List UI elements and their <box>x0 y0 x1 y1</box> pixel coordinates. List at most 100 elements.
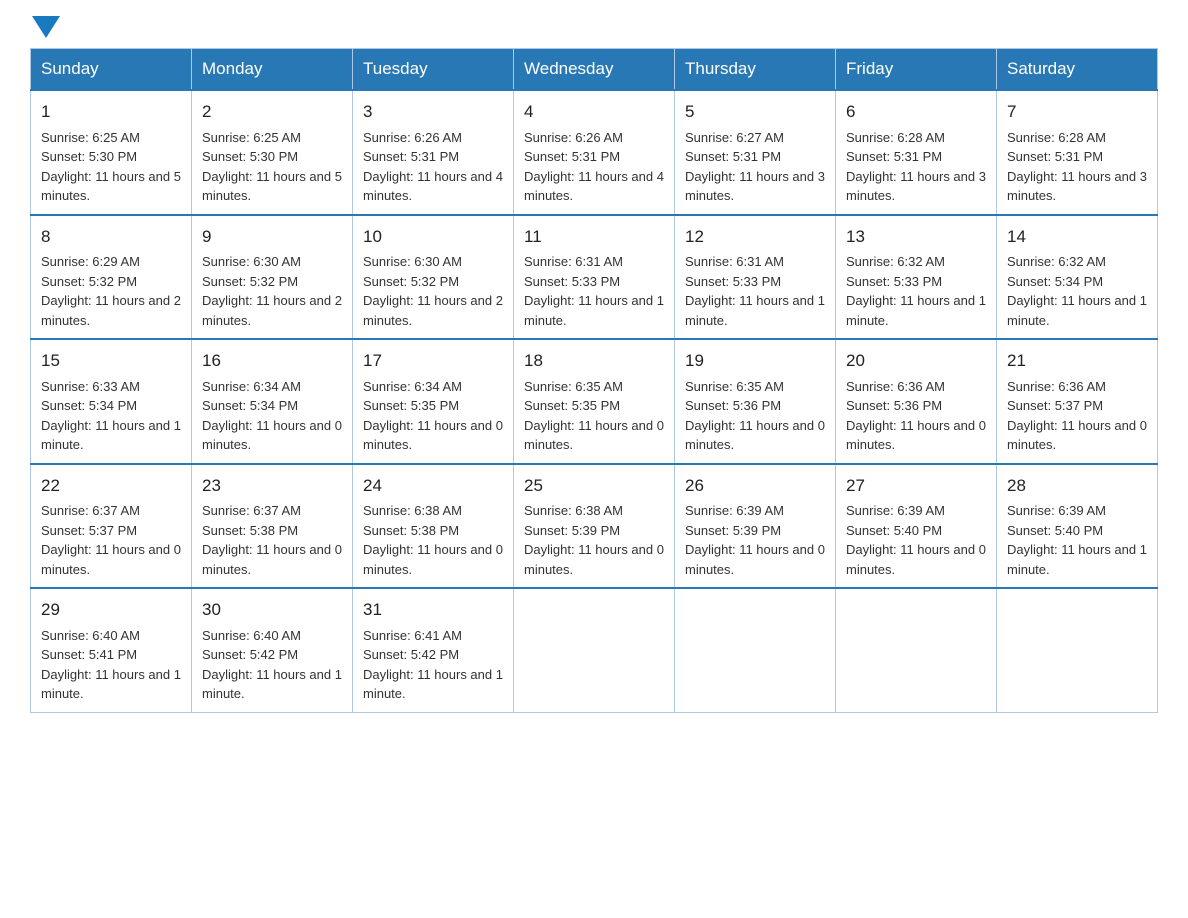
daylight-label: Daylight: 11 hours and 1 minute. <box>1007 542 1147 577</box>
sunrise-label: Sunrise: 6:33 AM <box>41 379 140 394</box>
day-number: 17 <box>363 348 503 374</box>
day-number: 14 <box>1007 224 1147 250</box>
sunrise-label: Sunrise: 6:26 AM <box>363 130 462 145</box>
sunset-label: Sunset: 5:37 PM <box>1007 398 1103 413</box>
sunrise-label: Sunrise: 6:31 AM <box>685 254 784 269</box>
day-number: 28 <box>1007 473 1147 499</box>
header-sunday: Sunday <box>31 49 192 91</box>
day-number: 1 <box>41 99 181 125</box>
calendar-cell: 28Sunrise: 6:39 AMSunset: 5:40 PMDayligh… <box>997 464 1158 589</box>
daylight-label: Daylight: 11 hours and 3 minutes. <box>1007 169 1147 204</box>
day-number: 6 <box>846 99 986 125</box>
calendar-cell: 29Sunrise: 6:40 AMSunset: 5:41 PMDayligh… <box>31 588 192 712</box>
day-number: 25 <box>524 473 664 499</box>
sunrise-label: Sunrise: 6:39 AM <box>1007 503 1106 518</box>
daylight-label: Daylight: 11 hours and 1 minute. <box>41 667 181 702</box>
daylight-label: Daylight: 11 hours and 4 minutes. <box>363 169 503 204</box>
sunset-label: Sunset: 5:38 PM <box>202 523 298 538</box>
sunrise-label: Sunrise: 6:30 AM <box>363 254 462 269</box>
sunrise-label: Sunrise: 6:28 AM <box>846 130 945 145</box>
calendar-cell: 17Sunrise: 6:34 AMSunset: 5:35 PMDayligh… <box>353 339 514 464</box>
sunrise-label: Sunrise: 6:31 AM <box>524 254 623 269</box>
day-number: 10 <box>363 224 503 250</box>
sunset-label: Sunset: 5:31 PM <box>846 149 942 164</box>
calendar-cell: 4Sunrise: 6:26 AMSunset: 5:31 PMDaylight… <box>514 90 675 215</box>
sunrise-label: Sunrise: 6:37 AM <box>202 503 301 518</box>
page-header <box>30 20 1158 38</box>
calendar-cell: 24Sunrise: 6:38 AMSunset: 5:38 PMDayligh… <box>353 464 514 589</box>
daylight-label: Daylight: 11 hours and 0 minutes. <box>363 418 503 453</box>
sunrise-label: Sunrise: 6:30 AM <box>202 254 301 269</box>
sunrise-label: Sunrise: 6:39 AM <box>685 503 784 518</box>
header-friday: Friday <box>836 49 997 91</box>
day-number: 11 <box>524 224 664 250</box>
sunset-label: Sunset: 5:42 PM <box>363 647 459 662</box>
sunset-label: Sunset: 5:36 PM <box>685 398 781 413</box>
header-thursday: Thursday <box>675 49 836 91</box>
daylight-label: Daylight: 11 hours and 1 minute. <box>363 667 503 702</box>
calendar-cell: 12Sunrise: 6:31 AMSunset: 5:33 PMDayligh… <box>675 215 836 340</box>
calendar-cell: 8Sunrise: 6:29 AMSunset: 5:32 PMDaylight… <box>31 215 192 340</box>
week-row-4: 22Sunrise: 6:37 AMSunset: 5:37 PMDayligh… <box>31 464 1158 589</box>
calendar-cell: 2Sunrise: 6:25 AMSunset: 5:30 PMDaylight… <box>192 90 353 215</box>
daylight-label: Daylight: 11 hours and 0 minutes. <box>202 542 342 577</box>
sunset-label: Sunset: 5:31 PM <box>685 149 781 164</box>
day-number: 21 <box>1007 348 1147 374</box>
daylight-label: Daylight: 11 hours and 1 minute. <box>846 293 986 328</box>
day-number: 29 <box>41 597 181 623</box>
sunset-label: Sunset: 5:33 PM <box>524 274 620 289</box>
sunrise-label: Sunrise: 6:35 AM <box>524 379 623 394</box>
calendar-cell: 7Sunrise: 6:28 AMSunset: 5:31 PMDaylight… <box>997 90 1158 215</box>
day-number: 5 <box>685 99 825 125</box>
sunrise-label: Sunrise: 6:37 AM <box>41 503 140 518</box>
calendar-cell: 19Sunrise: 6:35 AMSunset: 5:36 PMDayligh… <box>675 339 836 464</box>
sunrise-label: Sunrise: 6:25 AM <box>41 130 140 145</box>
daylight-label: Daylight: 11 hours and 0 minutes. <box>846 418 986 453</box>
calendar-cell: 11Sunrise: 6:31 AMSunset: 5:33 PMDayligh… <box>514 215 675 340</box>
calendar-cell: 5Sunrise: 6:27 AMSunset: 5:31 PMDaylight… <box>675 90 836 215</box>
day-number: 13 <box>846 224 986 250</box>
sunrise-label: Sunrise: 6:26 AM <box>524 130 623 145</box>
sunset-label: Sunset: 5:35 PM <box>524 398 620 413</box>
sunset-label: Sunset: 5:33 PM <box>846 274 942 289</box>
logo <box>30 20 60 38</box>
daylight-label: Daylight: 11 hours and 0 minutes. <box>685 542 825 577</box>
daylight-label: Daylight: 11 hours and 1 minute. <box>1007 293 1147 328</box>
calendar-cell: 23Sunrise: 6:37 AMSunset: 5:38 PMDayligh… <box>192 464 353 589</box>
daylight-label: Daylight: 11 hours and 1 minute. <box>685 293 825 328</box>
week-row-2: 8Sunrise: 6:29 AMSunset: 5:32 PMDaylight… <box>31 215 1158 340</box>
sunset-label: Sunset: 5:31 PM <box>524 149 620 164</box>
sunset-label: Sunset: 5:42 PM <box>202 647 298 662</box>
sunrise-label: Sunrise: 6:36 AM <box>846 379 945 394</box>
day-number: 24 <box>363 473 503 499</box>
sunset-label: Sunset: 5:39 PM <box>524 523 620 538</box>
sunset-label: Sunset: 5:32 PM <box>202 274 298 289</box>
calendar-cell: 18Sunrise: 6:35 AMSunset: 5:35 PMDayligh… <box>514 339 675 464</box>
sunrise-label: Sunrise: 6:28 AM <box>1007 130 1106 145</box>
calendar-cell: 10Sunrise: 6:30 AMSunset: 5:32 PMDayligh… <box>353 215 514 340</box>
header-saturday: Saturday <box>997 49 1158 91</box>
sunset-label: Sunset: 5:31 PM <box>1007 149 1103 164</box>
sunset-label: Sunset: 5:30 PM <box>41 149 137 164</box>
calendar-cell <box>514 588 675 712</box>
day-number: 9 <box>202 224 342 250</box>
sunset-label: Sunset: 5:40 PM <box>846 523 942 538</box>
calendar-cell: 16Sunrise: 6:34 AMSunset: 5:34 PMDayligh… <box>192 339 353 464</box>
day-number: 31 <box>363 597 503 623</box>
calendar-cell: 30Sunrise: 6:40 AMSunset: 5:42 PMDayligh… <box>192 588 353 712</box>
calendar-cell: 6Sunrise: 6:28 AMSunset: 5:31 PMDaylight… <box>836 90 997 215</box>
sunset-label: Sunset: 5:32 PM <box>363 274 459 289</box>
day-number: 22 <box>41 473 181 499</box>
day-number: 18 <box>524 348 664 374</box>
daylight-label: Daylight: 11 hours and 2 minutes. <box>202 293 342 328</box>
day-number: 20 <box>846 348 986 374</box>
day-number: 19 <box>685 348 825 374</box>
days-header-row: SundayMondayTuesdayWednesdayThursdayFrid… <box>31 49 1158 91</box>
sunset-label: Sunset: 5:34 PM <box>202 398 298 413</box>
week-row-3: 15Sunrise: 6:33 AMSunset: 5:34 PMDayligh… <box>31 339 1158 464</box>
calendar-cell: 3Sunrise: 6:26 AMSunset: 5:31 PMDaylight… <box>353 90 514 215</box>
daylight-label: Daylight: 11 hours and 4 minutes. <box>524 169 664 204</box>
sunrise-label: Sunrise: 6:34 AM <box>363 379 462 394</box>
sunset-label: Sunset: 5:36 PM <box>846 398 942 413</box>
sunset-label: Sunset: 5:32 PM <box>41 274 137 289</box>
